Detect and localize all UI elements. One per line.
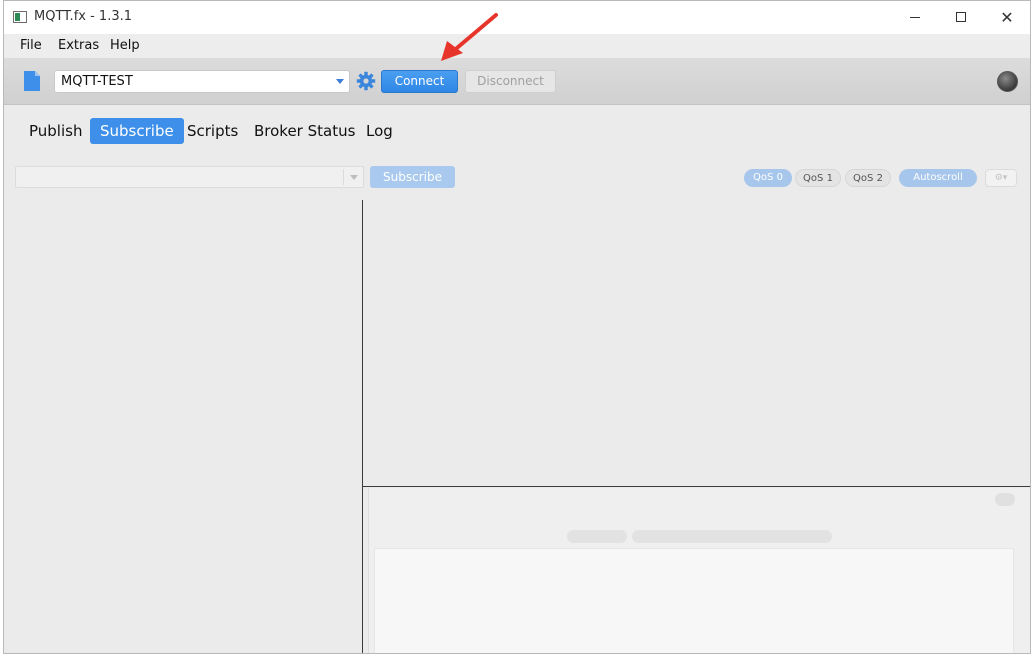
- messages-list: [363, 200, 1030, 486]
- app-icon: [13, 11, 27, 23]
- tab-broker-status[interactable]: Broker Status: [244, 118, 365, 144]
- tab-scripts[interactable]: Scripts: [177, 118, 248, 144]
- menu-extras[interactable]: Extras: [58, 38, 99, 53]
- autoscroll-toggle[interactable]: Autoscroll: [899, 169, 977, 187]
- title-bar: MQTT.fx - 1.3.1 ✕: [4, 1, 1030, 34]
- connection-toolbar: MQTT-TEST Connect Disconnect: [4, 58, 1030, 105]
- tab-publish[interactable]: Publish: [19, 118, 92, 144]
- window-title: MQTT.fx - 1.3.1: [34, 9, 132, 24]
- options-menu-button[interactable]: ⚙▾: [985, 169, 1017, 187]
- close-button[interactable]: ✕: [984, 1, 1030, 33]
- close-icon: ✕: [1000, 7, 1014, 27]
- app-window: MQTT.fx - 1.3.1 ✕ File Extras Help MQTT-…: [3, 0, 1031, 654]
- topic-divider: [343, 169, 344, 185]
- payload-area: [374, 548, 1014, 653]
- subscriptions-list: [4, 198, 362, 653]
- detail-badge: [995, 493, 1015, 506]
- qos2-toggle[interactable]: QoS 2: [845, 169, 891, 187]
- document-icon[interactable]: [23, 70, 41, 92]
- connection-profile-select[interactable]: MQTT-TEST: [54, 70, 350, 93]
- menu-file[interactable]: File: [20, 38, 42, 53]
- tab-subscribe[interactable]: Subscribe: [90, 118, 184, 144]
- menu-help[interactable]: Help: [110, 38, 140, 53]
- gear-icon[interactable]: [356, 71, 376, 91]
- detail-placeholder-topic: [567, 530, 627, 543]
- connection-status-icon: [997, 71, 1018, 92]
- main-tabs: Publish Subscribe Scripts Broker Status …: [4, 106, 1030, 156]
- qos1-toggle[interactable]: QoS 1: [795, 169, 841, 187]
- menu-bar: File Extras Help: [4, 34, 1030, 58]
- qos0-toggle[interactable]: QoS 0: [744, 169, 792, 187]
- horizontal-splitter[interactable]: [363, 486, 1030, 487]
- maximize-button[interactable]: [938, 1, 984, 33]
- minimize-button[interactable]: [892, 1, 938, 33]
- connection-profile-value: MQTT-TEST: [61, 74, 133, 89]
- message-detail-pane: [368, 488, 1030, 653]
- tab-log[interactable]: Log: [356, 118, 403, 144]
- subscribe-button[interactable]: Subscribe: [370, 166, 455, 188]
- disconnect-button[interactable]: Disconnect: [465, 70, 556, 93]
- detail-placeholder-meta: [632, 530, 832, 543]
- chevron-down-icon: [336, 79, 344, 84]
- chevron-down-icon[interactable]: [350, 175, 358, 180]
- maximize-icon: [956, 12, 966, 22]
- minimize-icon: [910, 16, 920, 18]
- annotation-arrow-icon: [441, 13, 498, 61]
- topic-input[interactable]: [15, 166, 364, 188]
- connect-button[interactable]: Connect: [381, 70, 458, 93]
